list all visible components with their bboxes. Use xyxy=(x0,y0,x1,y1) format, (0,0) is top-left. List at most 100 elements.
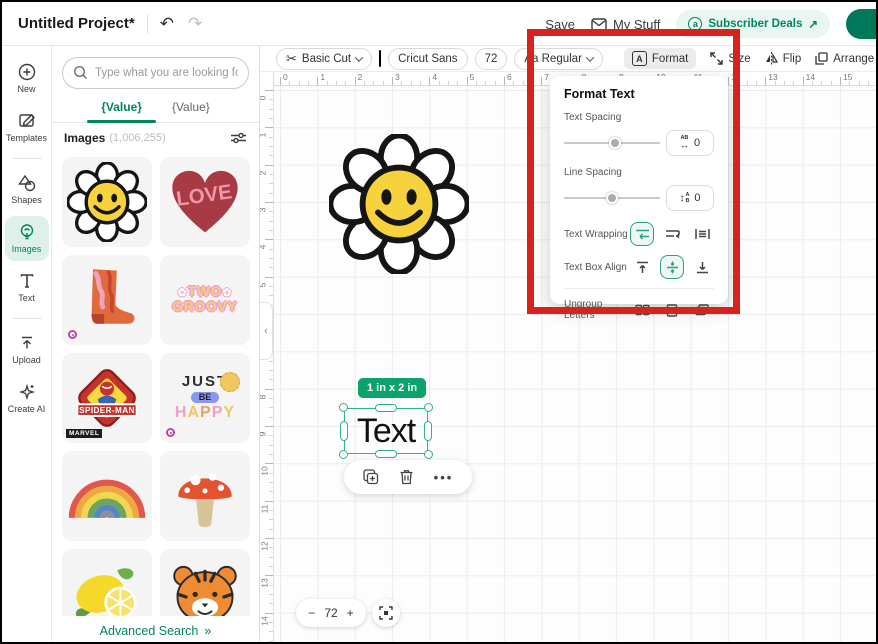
left-icon-sidebar: New Templates Shapes Images Text xyxy=(2,46,52,644)
dimensions-badge: 1 in x 2 in xyxy=(358,378,426,398)
no-wrap-icon xyxy=(695,228,710,240)
fit-to-view-button[interactable] xyxy=(372,599,400,627)
image-tile-spider-man[interactable]: SPIDER-MAN MARVEL xyxy=(62,353,152,443)
premium-badge-icon xyxy=(166,428,175,437)
sidebar-item-new[interactable]: New xyxy=(5,56,49,101)
image-tile-love-heart[interactable]: LOVE xyxy=(160,157,250,247)
text-spacing-value-box[interactable]: AB↔ 0 xyxy=(666,130,714,156)
rainbow-image xyxy=(68,472,146,520)
results-row: Images (1,006,255) xyxy=(52,123,259,153)
resize-handle-w[interactable] xyxy=(340,421,348,441)
font-name: Cricut Sans xyxy=(398,53,457,65)
image-tile-mushroom[interactable] xyxy=(160,451,250,541)
resize-handle-e[interactable] xyxy=(424,421,432,441)
resize-handle-n[interactable] xyxy=(375,404,397,412)
image-tile-rainbow[interactable] xyxy=(62,451,152,541)
wrap-return-button[interactable] xyxy=(660,222,684,246)
panel-collapse-handle[interactable]: ‹ xyxy=(260,302,273,360)
panel-tabs: {Value} {Value} xyxy=(52,89,259,123)
scissors-icon: ✂ xyxy=(286,51,297,67)
ungroup-side-button[interactable] xyxy=(630,298,654,322)
sidebar-item-text[interactable]: Text xyxy=(5,265,49,310)
size-label: Size xyxy=(728,53,750,65)
sidebar-item-images[interactable]: Images xyxy=(5,216,49,261)
sidebar-item-label: Images xyxy=(12,244,42,254)
font-style-dropdown[interactable]: Aa Regular xyxy=(514,48,603,70)
more-options-icon[interactable]: ••• xyxy=(434,470,454,485)
divider xyxy=(12,318,42,319)
font-dropdown[interactable]: Cricut Sans xyxy=(388,48,467,70)
text-spacing-label: Text Spacing xyxy=(564,112,714,123)
zoom-value: 72 xyxy=(324,606,337,620)
my-stuff-label: My Stuff xyxy=(613,17,660,32)
font-size-field[interactable]: 72 xyxy=(475,48,508,70)
tab-value-2[interactable]: {Value} xyxy=(172,100,210,122)
resize-handle-se[interactable] xyxy=(424,450,433,459)
groovy-line2: GROOVY xyxy=(172,300,237,315)
sidebar-item-upload[interactable]: Upload xyxy=(5,327,49,372)
search-box xyxy=(62,57,249,89)
spider-man-banner-text: SPIDER-MAN xyxy=(79,406,135,415)
resize-handle-s[interactable] xyxy=(375,450,397,458)
results-count: (1,006,255) xyxy=(109,132,165,144)
image-tile-two-groovy[interactable]: ✿TWO✿ GROOVY xyxy=(160,255,250,345)
resize-handle-ne[interactable] xyxy=(424,403,433,412)
resize-handle-nw[interactable] xyxy=(339,403,348,412)
wrap-on-button[interactable] xyxy=(630,222,654,246)
arrange-button[interactable]: Arrange xyxy=(815,52,874,65)
subscriber-deals-button[interactable]: a Subscriber Deals ↗ xyxy=(676,10,830,38)
resize-handle-sw[interactable] xyxy=(339,450,348,459)
line-spacing-value-box[interactable]: ↕AB 0 xyxy=(666,185,714,211)
divider xyxy=(12,158,42,159)
line-spacing-row: ↕AB 0 xyxy=(564,185,714,211)
sidebar-item-shapes[interactable]: Shapes xyxy=(5,167,49,212)
double-arrow-icon: » xyxy=(204,624,211,638)
image-tile-just-be-happy[interactable]: JUST BE HAPPY xyxy=(160,353,250,443)
ungroup-layers-button[interactable] xyxy=(690,298,714,322)
canvas-daisy-image[interactable] xyxy=(329,134,469,274)
zoom-in-button[interactable]: + xyxy=(347,606,354,620)
duplicate-icon[interactable] xyxy=(363,469,379,485)
align-middle-button[interactable] xyxy=(660,255,684,279)
zoom-out-button[interactable]: − xyxy=(308,606,315,620)
size-button[interactable]: Size xyxy=(710,52,750,65)
image-tile-daisy-smiley[interactable] xyxy=(62,157,152,247)
operation-label: Basic Cut xyxy=(302,53,351,65)
image-tile-cowboy-boot[interactable] xyxy=(62,255,152,345)
filter-icon[interactable] xyxy=(230,131,247,145)
tab-value-1[interactable]: {Value} xyxy=(101,100,142,122)
slider-thumb[interactable] xyxy=(609,137,621,149)
my-stuff-button[interactable]: My Stuff xyxy=(591,17,660,32)
save-button[interactable]: Save xyxy=(545,17,575,32)
align-bottom-icon xyxy=(696,261,709,274)
divider xyxy=(147,15,148,33)
text-spacing-row: AB↔ 0 xyxy=(564,130,714,156)
wrap-off-button[interactable] xyxy=(690,222,714,246)
undo-icon[interactable]: ↶ xyxy=(160,14,174,34)
premium-badge-icon xyxy=(68,330,77,339)
canvas-text-object[interactable]: Text xyxy=(357,412,415,451)
align-bottom-button[interactable] xyxy=(690,255,714,279)
trash-icon[interactable] xyxy=(399,469,414,485)
sidebar-item-create-ai[interactable]: Create AI xyxy=(5,376,49,421)
align-top-button[interactable] xyxy=(630,255,654,279)
text-selection-box[interactable]: Text xyxy=(344,408,428,454)
font-size-value: 72 xyxy=(485,53,498,65)
ungroup-letters-label: Ungroup Letters xyxy=(564,299,630,321)
color-swatch[interactable] xyxy=(379,50,381,67)
format-button[interactable]: A Format xyxy=(624,48,696,69)
text-spacing-slider[interactable] xyxy=(564,137,660,149)
redo-icon[interactable]: ↷ xyxy=(188,14,202,34)
advanced-search-link[interactable]: Advanced Search » xyxy=(52,616,259,644)
lines-stack-icon xyxy=(666,304,678,317)
flip-button[interactable]: Flip xyxy=(765,52,802,65)
ungroup-stack-button[interactable] xyxy=(660,298,684,322)
make-it-button[interactable] xyxy=(846,9,878,39)
line-spacing-slider[interactable] xyxy=(564,192,660,204)
sidebar-item-templates[interactable]: Templates xyxy=(5,105,49,150)
groovy-line1: TWO xyxy=(188,284,223,299)
letter-spacing-icon: AB↔ xyxy=(680,136,689,150)
operation-dropdown[interactable]: ✂ Basic Cut xyxy=(276,48,372,70)
search-input[interactable] xyxy=(62,57,249,89)
slider-thumb[interactable] xyxy=(606,192,618,204)
